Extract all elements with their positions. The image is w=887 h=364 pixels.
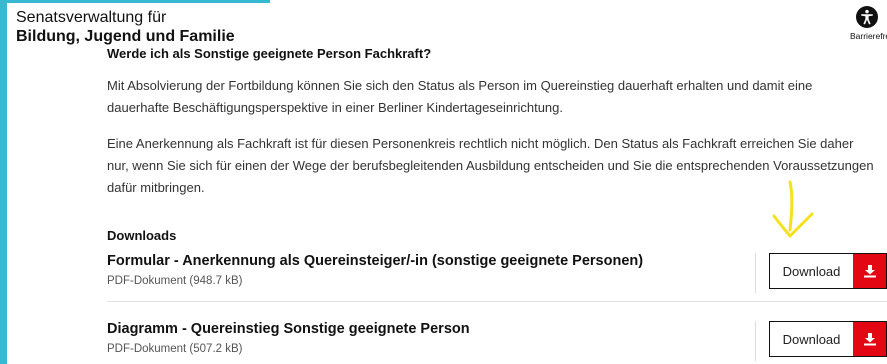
download-item: Diagramm - Quereinstieg Sonstige geeigne… — [107, 321, 887, 364]
download-icon — [853, 254, 886, 288]
download-button-label: Download — [782, 331, 841, 347]
annotation-arrow-icon — [772, 180, 814, 238]
screenshot-frame-left — [0, 0, 7, 364]
paragraph-status: Mit Absolvierung der Fortbildung können … — [107, 78, 813, 115]
main-content: Werde ich als Sonstige geeignete Person … — [107, 46, 877, 199]
divider — [755, 253, 756, 293]
org-name-line1: Senatsverwaltung für — [16, 9, 167, 26]
accessibility-label: Barrierefreiheit — [850, 31, 887, 41]
section-heading: Werde ich als Sonstige geeignete Person … — [107, 46, 432, 61]
download-item-title[interactable]: Formular - Anerkennung als Quereinsteige… — [107, 253, 643, 269]
download-item: Formular - Anerkennung als Quereinsteige… — [107, 253, 887, 303]
download-icon — [853, 322, 886, 356]
org-name-line2: Bildung, Jugend und Familie — [16, 28, 235, 45]
organization-logo[interactable]: Senatsverwaltung für Bildung, Jugend und… — [16, 8, 235, 46]
download-button[interactable]: Download — [769, 321, 887, 357]
download-item-title[interactable]: Diagramm - Quereinstieg Sonstige geeigne… — [107, 321, 470, 337]
download-button[interactable]: Download — [769, 253, 887, 289]
accessibility-icon — [856, 6, 878, 28]
download-item-meta: PDF-Dokument (507.2 kB) — [107, 343, 243, 355]
download-button-label: Download — [782, 263, 841, 279]
downloads-heading: Downloads — [107, 228, 177, 243]
divider — [755, 321, 756, 361]
download-item-meta: PDF-Dokument (948.7 kB) — [107, 275, 243, 287]
list-divider — [107, 301, 887, 302]
screenshot-frame-top — [0, 0, 270, 3]
accessibility-link[interactable]: Barrierefreiheit — [846, 6, 887, 41]
